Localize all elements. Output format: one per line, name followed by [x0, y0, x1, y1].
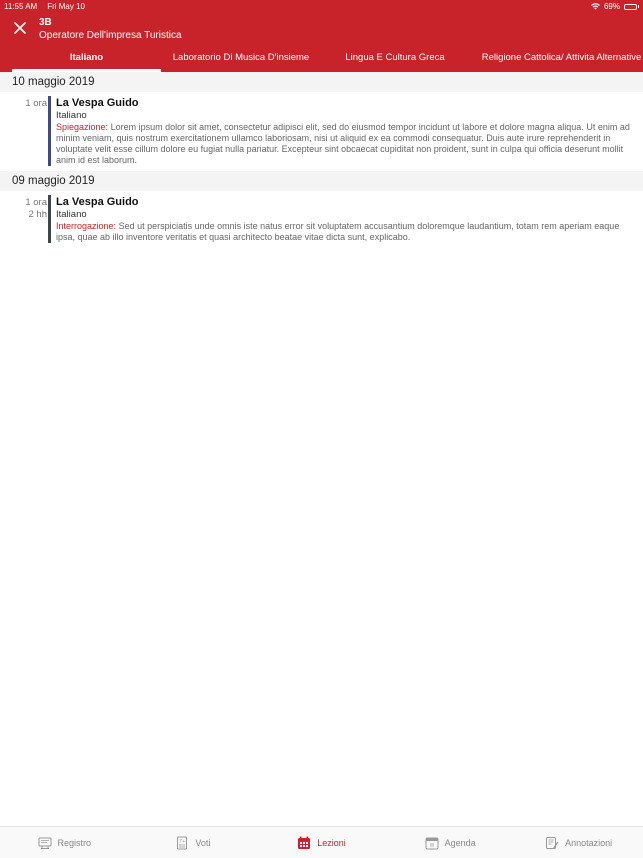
lesson-color-bar [48, 96, 51, 166]
lesson-item[interactable]: 1 ora La Vespa Guido Italiano Spiegazion… [0, 92, 643, 171]
nav-label: Lezioni [317, 837, 346, 848]
lesson-color-bar [48, 195, 51, 243]
grades-icon: 7+ [177, 836, 188, 849]
battery-icon [624, 3, 639, 10]
nav-lezioni[interactable]: Lezioni [257, 827, 386, 858]
nav-label: Agenda [444, 837, 476, 848]
teacher-name: La Vespa Guido [56, 196, 139, 208]
lesson-type: Spiegazione: [56, 122, 109, 132]
nav-agenda[interactable]: Agenda [386, 827, 515, 858]
lessons-list: 10 maggio 2019 1 ora La Vespa Guido Ital… [0, 72, 643, 248]
battery-percent: 69% [603, 2, 620, 11]
lessons-calendar-icon [298, 836, 311, 849]
course-name: Operatore Dell'impresa Turistica [39, 30, 182, 41]
bottom-nav: Registro 7+ Voti Lezioni Agenda Annotazi… [0, 826, 643, 858]
status-date: Fri May 10 [47, 2, 86, 11]
nav-registro[interactable]: Registro [0, 827, 129, 858]
app-header: 11:55 AM Fri May 10 69% 3B Operatore Del… [0, 0, 643, 72]
close-icon[interactable] [12, 20, 28, 36]
lesson-hours: 1 ora [12, 96, 47, 166]
hours-label: 1 ora [25, 197, 47, 208]
lesson-text: Sed ut perspiciatis unde omnis iste natu… [56, 221, 620, 242]
date-header: 10 maggio 2019 [0, 72, 643, 92]
register-icon [38, 837, 52, 849]
subject-name: Italiano [56, 110, 87, 121]
hours-label: 1 ora [25, 98, 47, 109]
lesson-hours: 1 ora 2 hh [12, 195, 47, 243]
nav-label: Annotazioni [565, 837, 613, 848]
tab-laboratorio-musica[interactable]: Laboratorio Di Musica D'insieme [170, 48, 312, 72]
status-bar: 11:55 AM Fri May 10 69% [0, 0, 643, 13]
nav-annotazioni[interactable]: Annotazioni [514, 827, 643, 858]
agenda-calendar-icon [425, 837, 439, 849]
nav-label: Registro [57, 837, 92, 848]
hours-label: 2 hh [28, 209, 48, 220]
lesson-description: Interrogazione: Sed ut perspiciatis unde… [56, 221, 631, 243]
teacher-name: La Vespa Guido [56, 97, 139, 109]
lesson-item[interactable]: 1 ora 2 hh La Vespa Guido Italiano Inter… [0, 191, 643, 248]
status-time: 11:55 AM [4, 2, 38, 11]
nav-voti[interactable]: 7+ Voti [129, 827, 258, 858]
lesson-description: Spiegazione: Lorem ipsum dolor sit amet,… [56, 122, 631, 166]
notes-icon [546, 836, 559, 849]
nav-label: Voti [195, 837, 211, 848]
lesson-text: Lorem ipsum dolor sit amet, consectetur … [56, 122, 630, 165]
header-titles: 3B Operatore Dell'impresa Turistica [39, 17, 182, 43]
svg-text:7+: 7+ [179, 838, 186, 844]
tab-lingua-cultura-greca[interactable]: Lingua E Cultura Greca [336, 48, 454, 72]
class-code: 3B [39, 17, 52, 28]
subject-name: Italiano [56, 209, 87, 220]
wifi-icon [591, 3, 600, 10]
lesson-type: Interrogazione: [56, 221, 117, 231]
date-header: 09 maggio 2019 [0, 171, 643, 191]
tab-religione-cattolica[interactable]: Religione Cattolica/ Attivita Alternativ… [480, 48, 643, 72]
